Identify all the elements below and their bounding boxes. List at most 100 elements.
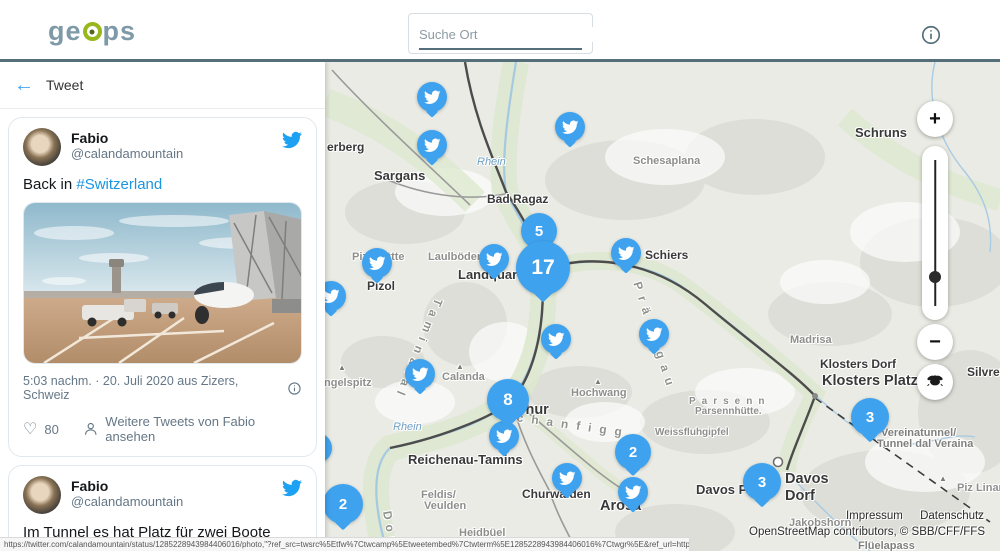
cluster-count: 8 xyxy=(503,390,512,410)
twitter-bird-icon xyxy=(625,484,642,501)
map-label: Tunnel dal Veraina xyxy=(877,438,973,450)
zoom-slider-line xyxy=(934,160,936,306)
app-header: geps xyxy=(0,0,1000,62)
map-marker-cluster[interactable]: 8 xyxy=(487,379,529,421)
tweet-photo-airport[interactable] xyxy=(23,202,302,364)
map-marker-cluster[interactable]: 3 xyxy=(851,398,889,436)
map-marker-tweet[interactable] xyxy=(417,130,447,160)
fly-icon xyxy=(925,370,945,390)
map-marker-cluster[interactable]: 17 xyxy=(516,241,570,295)
attribution-copyright: OpenStreetMap contributors, © SBB/CFF/FF… xyxy=(749,526,985,538)
fly-button[interactable] xyxy=(917,364,953,400)
map-label: Bad Ragaz xyxy=(487,192,548,206)
zoom-out-button[interactable]: − xyxy=(917,324,953,360)
impressum-link[interactable]: Impressum xyxy=(846,510,903,522)
map-label: ▲ xyxy=(338,363,346,372)
link-status-bar: https://twitter.com/calandamountain/stat… xyxy=(0,537,690,551)
map-marker-tweet[interactable] xyxy=(417,82,447,112)
map-label: Schruns xyxy=(855,125,907,140)
tweet-author-handle: @calandamountain xyxy=(71,146,282,161)
map-label: Laulböden xyxy=(428,251,484,263)
app-info-button[interactable] xyxy=(920,24,942,46)
map-label: Flüelapass xyxy=(858,540,915,551)
map-label: ▲ xyxy=(456,362,464,371)
map-label: Rhein xyxy=(477,156,506,168)
zoom-in-button[interactable]: + xyxy=(917,101,953,137)
like-heart-icon[interactable]: ♡ xyxy=(23,419,37,439)
map-marker-tweet[interactable] xyxy=(639,319,669,349)
map-label: Calanda xyxy=(442,371,485,383)
more-tweets-link[interactable]: Weitere Tweets von Fabio ansehen xyxy=(105,414,302,444)
map-marker-tweet[interactable] xyxy=(618,477,648,507)
twitter-bird-icon xyxy=(646,326,663,343)
map-label: erberg xyxy=(327,140,364,154)
twitter-bird-icon xyxy=(486,251,503,268)
cluster-count: 2 xyxy=(629,444,637,461)
hashtag-link[interactable]: #Switzerland xyxy=(76,176,162,193)
map-marker-cluster[interactable]: 2 xyxy=(615,434,651,470)
cluster-count: 3 xyxy=(758,474,766,491)
map-label: Madrisa xyxy=(790,334,832,346)
like-count: 80 xyxy=(44,422,58,437)
datenschutz-link[interactable]: Datenschutz xyxy=(920,510,984,522)
logo-text-right: ps xyxy=(103,16,137,47)
attribution-links: Impressum Datenschutz xyxy=(832,510,984,522)
twitter-bird-icon xyxy=(496,428,513,445)
zoom-slider[interactable] xyxy=(922,146,948,320)
map-label: Sargans xyxy=(374,168,425,183)
map-canvas[interactable]: erberg Sargans Rhein Bad Ragaz Schruns Schesa… xyxy=(325,62,1000,551)
map-label: Silvretta xyxy=(967,365,1000,379)
twitter-bird-icon[interactable] xyxy=(282,130,302,150)
sidebar-header: ← Tweet xyxy=(0,62,325,109)
twitter-bird-icon[interactable] xyxy=(282,478,302,498)
map-label: ▲ xyxy=(939,474,947,483)
back-arrow-icon[interactable]: ← xyxy=(14,75,34,95)
twitter-bird-icon xyxy=(548,331,565,348)
info-icon xyxy=(920,24,942,46)
tweet-sidebar: ← Tweet Fabio @calandamountain Back in #… xyxy=(0,62,325,551)
tweet-card-1: Fabio @calandamountain Back in #Switzerl… xyxy=(8,117,317,457)
map-label: Hochwang xyxy=(571,387,627,399)
map-label: Davos xyxy=(785,471,829,487)
search-input[interactable] xyxy=(419,27,595,42)
map-label: Klosters Platz xyxy=(822,373,918,389)
twitter-bird-icon xyxy=(559,470,576,487)
tweet-author-name: Fabio xyxy=(71,130,282,146)
avatar xyxy=(23,476,61,514)
map-label: Piz Linard xyxy=(957,482,1000,494)
map-label: Schiers xyxy=(645,248,688,262)
person-icon xyxy=(83,421,98,437)
zoom-slider-handle[interactable] xyxy=(929,271,941,283)
map-marker-tweet[interactable] xyxy=(362,248,392,278)
tweet-author-name: Fabio xyxy=(71,478,282,494)
avatar xyxy=(23,128,61,166)
twitter-bird-icon xyxy=(562,119,579,136)
map-label: Dorf xyxy=(785,488,815,504)
tweet-author-handle: @calandamountain xyxy=(71,494,282,509)
map-marker-tweet[interactable] xyxy=(479,244,509,274)
twitter-bird-icon xyxy=(618,245,635,262)
twitter-bird-icon xyxy=(325,288,339,305)
search-box xyxy=(408,13,593,54)
twitter-bird-icon xyxy=(424,137,441,154)
map-label: Parsennhütte. xyxy=(695,406,762,417)
map-marker-tweet[interactable] xyxy=(611,238,641,268)
map-marker-tweet[interactable] xyxy=(405,359,435,389)
tweet-info-icon[interactable] xyxy=(287,381,302,396)
map-marker-tweet[interactable] xyxy=(489,421,519,451)
geops-logo: geps xyxy=(48,16,136,47)
sidebar-title: Tweet xyxy=(46,77,83,93)
map-marker-tweet[interactable] xyxy=(552,463,582,493)
map-label: Schesaplana xyxy=(633,155,700,167)
cluster-count: 2 xyxy=(339,496,347,513)
map-label: ▲ xyxy=(594,377,602,386)
twitter-bird-icon xyxy=(412,366,429,383)
map-label: Klosters Dorf xyxy=(820,357,896,371)
cluster-count: 5 xyxy=(535,223,543,240)
tweet-timestamp: 5:03 nachm. · 20. Juli 2020 aus Zizers, … xyxy=(23,374,287,402)
tweet-text-plain: Back in xyxy=(23,176,76,193)
map-marker-tweet[interactable] xyxy=(555,112,585,142)
map-marker-cluster[interactable]: 3 xyxy=(743,463,781,501)
map-label: Ringelspitz xyxy=(325,377,372,389)
map-marker-tweet[interactable] xyxy=(541,324,571,354)
